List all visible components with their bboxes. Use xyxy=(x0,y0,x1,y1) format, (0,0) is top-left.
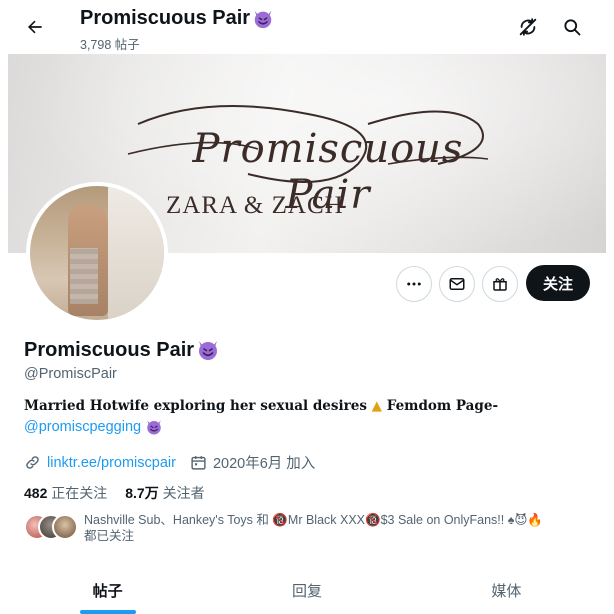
tab-posts-label: 帖子 xyxy=(92,582,123,600)
bio-text: Married Hotwife exploring her sexual des… xyxy=(24,398,367,414)
followed-by-row[interactable]: Nashville Sub、Hankey's Toys 和 🔞Mr Black … xyxy=(24,512,594,548)
profile-tabs: 帖子 回复 媒体 xyxy=(8,566,606,614)
more-button[interactable] xyxy=(396,266,432,302)
mail-icon xyxy=(449,278,465,290)
follow-button[interactable]: 关注 xyxy=(526,265,590,301)
profile-website-link[interactable]: linktr.ee/promiscpair xyxy=(47,455,176,471)
back-arrow-icon xyxy=(28,20,42,34)
profile-name: Promiscuous Pair xyxy=(24,338,195,361)
bio-line-1: Married Hotwife exploring her sexual des… xyxy=(24,398,498,414)
tab-media[interactable]: 媒体 xyxy=(407,566,606,614)
bio-text-tail: Femdom Page- xyxy=(386,398,499,414)
search-icon xyxy=(564,19,581,36)
following-value: 482 xyxy=(24,485,48,501)
followers-count[interactable]: 8.7万 关注者 xyxy=(125,483,204,503)
avatar-background-door xyxy=(108,186,164,320)
more-icon xyxy=(407,282,421,286)
post-count: 3,798 帖子 xyxy=(80,38,140,52)
gift-icon xyxy=(493,278,507,291)
header-title: Promiscuous Pair xyxy=(80,7,251,29)
profile-page: Promiscuous Pair 3,798 帖子 Promiscuous Pa… xyxy=(8,0,606,614)
calendar-icon xyxy=(191,456,206,470)
profile-meta-row: linktr.ee/promiscpair 2020年6月 加入 xyxy=(24,452,315,473)
header-title-row: Promiscuous Pair xyxy=(80,7,274,30)
avatar-censor-blur xyxy=(70,248,98,304)
message-button[interactable] xyxy=(439,266,475,302)
following-label: 正在关注 xyxy=(51,485,108,501)
link-icon xyxy=(26,456,39,469)
mini-avatar xyxy=(52,514,78,540)
profile-avatar[interactable] xyxy=(26,182,168,324)
tab-replies[interactable]: 回复 xyxy=(207,566,406,614)
tab-replies-label: 回复 xyxy=(291,582,322,600)
followed-by-suffix: 都已关注 xyxy=(84,529,135,543)
followed-by-avatars xyxy=(24,514,78,540)
followed-by-text: Nashville Sub、Hankey's Toys 和 🔞Mr Black … xyxy=(84,512,594,544)
tab-media-label: 媒体 xyxy=(491,582,522,600)
banner-subtitle: ZARA & ZACH xyxy=(166,192,344,219)
search-button[interactable] xyxy=(559,14,585,40)
smiling-devil-emoji xyxy=(147,420,161,435)
gift-button[interactable] xyxy=(482,266,518,302)
profile-name-row: Promiscuous Pair xyxy=(24,338,220,362)
refresh-off-button[interactable] xyxy=(515,14,541,40)
smiling-devil-emoji xyxy=(254,10,272,28)
refresh-off-icon xyxy=(519,18,537,36)
bio-line-2: @promiscpegging xyxy=(24,418,163,436)
followers-value: 8.7万 xyxy=(125,485,159,501)
profile-handle: @PromiscPair xyxy=(24,366,117,382)
smiling-devil-emoji xyxy=(199,341,218,360)
back-button[interactable] xyxy=(20,12,50,42)
followers-label: 关注者 xyxy=(162,485,205,501)
bio-mention-link[interactable]: @promiscpegging xyxy=(24,419,141,435)
top-bar: Promiscuous Pair 3,798 帖子 xyxy=(8,0,606,54)
follow-counts: 482 正在关注 8.7万 关注者 xyxy=(24,483,205,503)
joined-date: 2020年6月 加入 xyxy=(212,456,316,472)
active-tab-indicator xyxy=(79,610,136,614)
tab-posts[interactable]: 帖子 xyxy=(8,566,207,614)
followed-by-names: Nashville Sub、Hankey's Toys 和 🔞Mr Black … xyxy=(84,513,543,527)
following-count[interactable]: 482 正在关注 xyxy=(24,483,107,503)
pineapple-emoji: ▲ xyxy=(371,398,383,414)
